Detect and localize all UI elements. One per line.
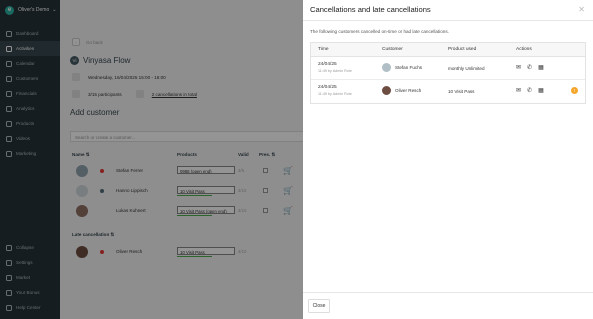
product-used: 10 Visit Pass [448, 89, 475, 94]
phone-icon[interactable]: ✆ [527, 88, 532, 94]
table-header: Time Customer Product used Actions [311, 43, 585, 57]
customer-cell[interactable]: Stefan Fuchs [382, 63, 422, 72]
divider [303, 292, 593, 293]
cancel-by: 11:49 by Admin Role [318, 69, 352, 73]
warning-badge-icon[interactable]: ! [571, 87, 578, 94]
table-row: 24/04/25 11:49 by Admin Role Stefan Fuch… [311, 57, 585, 80]
table-row: 24/04/25 11:49 by Admin Role Oliver Resc… [311, 80, 585, 103]
col-product: Product used [448, 47, 477, 52]
avatar [382, 86, 391, 95]
close-button[interactable]: Close [308, 299, 330, 313]
customer-cell[interactable]: Oliver Resch [382, 86, 421, 95]
avatar [382, 63, 391, 72]
calendar-icon[interactable]: ▦ [538, 65, 544, 71]
cancellations-table: Time Customer Product used Actions 24/04… [310, 42, 586, 104]
row-actions: ✉ ✆ ▦ [516, 65, 550, 71]
mail-icon[interactable]: ✉ [516, 65, 521, 71]
drawer-title: Cancellations and late cancellations [310, 5, 431, 14]
calendar-icon[interactable]: ▦ [538, 88, 544, 94]
cancellations-drawer: Cancellations and late cancellations ✕ T… [303, 0, 593, 319]
customer-name: Stefan Fuchs [395, 65, 423, 70]
col-customer: Customer [382, 47, 403, 52]
col-time: Time [318, 47, 329, 52]
mail-icon[interactable]: ✉ [516, 88, 521, 94]
modal-backdrop[interactable] [0, 0, 303, 319]
customer-name: Oliver Resch [395, 88, 422, 93]
phone-icon[interactable]: ✆ [527, 65, 532, 71]
divider [303, 20, 593, 21]
col-actions: Actions [516, 47, 532, 52]
row-actions: ✉ ✆ ▦ [516, 88, 550, 94]
close-icon[interactable]: ✕ [578, 5, 585, 14]
cancel-by: 11:49 by Admin Role [318, 92, 352, 96]
cancel-date: 24/04/25 [318, 62, 337, 67]
product-used: monthly Unlimited [448, 66, 485, 71]
cancel-date: 24/04/25 [318, 85, 337, 90]
drawer-subtitle: The following customers cancelled on-tim… [310, 29, 449, 34]
